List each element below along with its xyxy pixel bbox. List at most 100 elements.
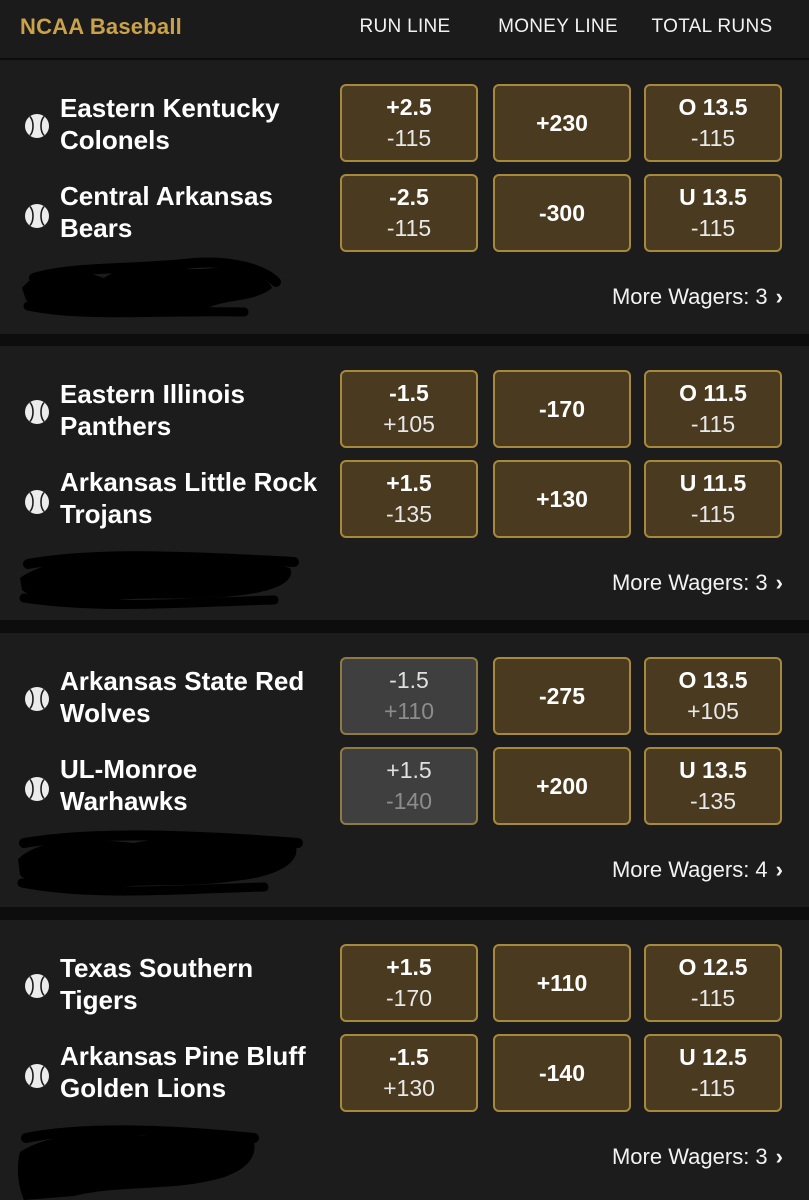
league-title: NCAA Baseball (20, 14, 182, 39)
team-name: Texas Southern Tigers (60, 953, 254, 1015)
money-line-button[interactable]: +130 (493, 460, 631, 538)
run-line-spread: -2.5 (389, 184, 429, 210)
team-name: Arkansas Pine Bluff Golden Lions (60, 1041, 306, 1103)
team-row: Arkansas Pine Bluff Golden Lions -1.5 +1… (0, 1034, 809, 1112)
total-runs-button[interactable]: O 12.5 -115 (644, 944, 782, 1022)
total-runs-button[interactable]: O 13.5 -115 (644, 84, 782, 162)
run-line-spread: -1.5 (389, 1044, 429, 1070)
team-name: Eastern Illinois Panthers (60, 379, 245, 441)
money-line-button[interactable]: -140 (493, 1034, 631, 1112)
team-row: Central Arkansas Bears -2.5 -115 -300 U … (0, 174, 809, 252)
run-line-button[interactable]: -1.5 +130 (340, 1034, 478, 1112)
total-runs-odds: -115 (690, 501, 736, 527)
money-line-button[interactable]: +230 (493, 84, 631, 162)
money-line-odds: -140 (538, 1059, 586, 1086)
game-card: Arkansas State Red Wolves -1.5 +110 -275… (0, 633, 809, 907)
total-runs-button[interactable]: O 11.5 -115 (644, 370, 782, 448)
run-line-spread: +1.5 (386, 954, 432, 980)
run-line-odds: -140 (385, 788, 433, 814)
run-line-button[interactable]: +1.5 -170 (340, 944, 478, 1022)
total-runs-button[interactable]: U 11.5 -115 (644, 460, 782, 538)
money-line-button[interactable]: -275 (493, 657, 631, 735)
column-run-line: RUN LINE (359, 16, 451, 37)
run-line-button[interactable]: +2.5 -115 (340, 84, 478, 162)
total-runs-line: U 13.5 (679, 757, 747, 783)
run-line-button[interactable]: -2.5 -115 (340, 174, 478, 252)
money-line-odds: -300 (538, 199, 586, 226)
money-line-button[interactable]: -300 (493, 174, 631, 252)
run-line-button[interactable]: -1.5 +110 (340, 657, 478, 735)
more-wagers-label: More Wagers: 3 (611, 1144, 768, 1169)
money-line-odds: +200 (536, 772, 588, 799)
team-name: Eastern Kentucky Colonels (60, 93, 280, 155)
money-line-odds: -275 (538, 682, 586, 709)
more-wagers-label: More Wagers: 4 (611, 857, 768, 882)
redaction-scribble (19, 551, 299, 609)
total-runs-odds: -115 (690, 1075, 736, 1101)
money-line-button[interactable]: -170 (493, 370, 631, 448)
chevron-right-icon: › (775, 284, 783, 309)
redaction-scribble (17, 830, 303, 896)
redaction-scribble (17, 1125, 259, 1200)
game-card: Eastern Kentucky Colonels +2.5 -115 +230… (0, 60, 809, 334)
team-row: Eastern Illinois Panthers -1.5 +105 -170… (0, 370, 809, 448)
team-row: Eastern Kentucky Colonels +2.5 -115 +230… (0, 84, 809, 162)
total-runs-button[interactable]: U 13.5 -135 (644, 747, 782, 825)
team-name: UL-Monroe Warhawks (60, 754, 198, 816)
money-line-odds: -170 (538, 395, 586, 422)
total-runs-odds: -115 (690, 985, 736, 1011)
baseball-icon (24, 203, 50, 229)
total-runs-odds: -115 (690, 215, 736, 241)
run-line-button[interactable]: +1.5 -140 (340, 747, 478, 825)
total-runs-button[interactable]: U 12.5 -115 (644, 1034, 782, 1112)
run-line-odds: -170 (385, 985, 433, 1011)
more-wagers-link[interactable]: More Wagers: 4 › (612, 857, 783, 883)
total-runs-odds: +105 (687, 698, 739, 724)
chevron-right-icon: › (775, 1144, 783, 1169)
total-runs-line: O 13.5 (678, 667, 748, 693)
redaction-scribble (22, 257, 281, 318)
total-runs-line: O 12.5 (678, 954, 748, 980)
team-row: Arkansas Little Rock Trojans +1.5 -135 +… (0, 460, 809, 538)
total-runs-button[interactable]: O 13.5 +105 (644, 657, 782, 735)
money-line-button[interactable]: +110 (493, 944, 631, 1022)
run-line-spread: +1.5 (386, 470, 432, 496)
team-name: Arkansas Little Rock Trojans (60, 467, 318, 529)
market-header: NCAA Baseball RUN LINE MONEY LINE TOTAL … (0, 0, 809, 58)
run-line-odds: +110 (383, 698, 435, 724)
baseball-icon (24, 113, 50, 139)
team-row: Texas Southern Tigers +1.5 -170 +110 O 1… (0, 944, 809, 1022)
money-line-button[interactable]: +200 (493, 747, 631, 825)
total-runs-odds: -115 (690, 125, 736, 151)
baseball-icon (24, 686, 50, 712)
run-line-odds: -135 (385, 501, 433, 527)
total-runs-line: U 11.5 (679, 470, 747, 496)
column-money-line: MONEY LINE (498, 16, 618, 37)
column-total-runs: TOTAL RUNS (651, 16, 773, 37)
more-wagers-label: More Wagers: 3 (611, 284, 768, 309)
baseball-icon (24, 489, 50, 515)
run-line-odds: +130 (383, 1075, 435, 1101)
chevron-right-icon: › (775, 857, 783, 882)
run-line-spread: -1.5 (389, 380, 429, 406)
total-runs-odds: -135 (689, 788, 737, 814)
money-line-odds: +130 (536, 485, 588, 512)
game-card: Texas Southern Tigers +1.5 -170 +110 O 1… (0, 920, 809, 1200)
chevron-right-icon: › (775, 570, 783, 595)
run-line-odds: +105 (383, 411, 435, 437)
run-line-odds: -115 (386, 215, 432, 241)
more-wagers-label: More Wagers: 3 (611, 570, 768, 595)
total-runs-line: O 11.5 (679, 380, 747, 406)
more-wagers-link[interactable]: More Wagers: 3 › (612, 284, 783, 310)
more-wagers-link[interactable]: More Wagers: 3 › (612, 1144, 783, 1170)
run-line-odds: -115 (386, 125, 432, 151)
team-row: Arkansas State Red Wolves -1.5 +110 -275… (0, 657, 809, 735)
run-line-spread: +1.5 (386, 757, 432, 783)
run-line-button[interactable]: +1.5 -135 (340, 460, 478, 538)
run-line-button[interactable]: -1.5 +105 (340, 370, 478, 448)
more-wagers-link[interactable]: More Wagers: 3 › (612, 570, 783, 596)
total-runs-line: U 12.5 (679, 1044, 747, 1070)
run-line-spread: +2.5 (386, 94, 432, 120)
total-runs-button[interactable]: U 13.5 -115 (644, 174, 782, 252)
total-runs-line: U 13.5 (679, 184, 747, 210)
